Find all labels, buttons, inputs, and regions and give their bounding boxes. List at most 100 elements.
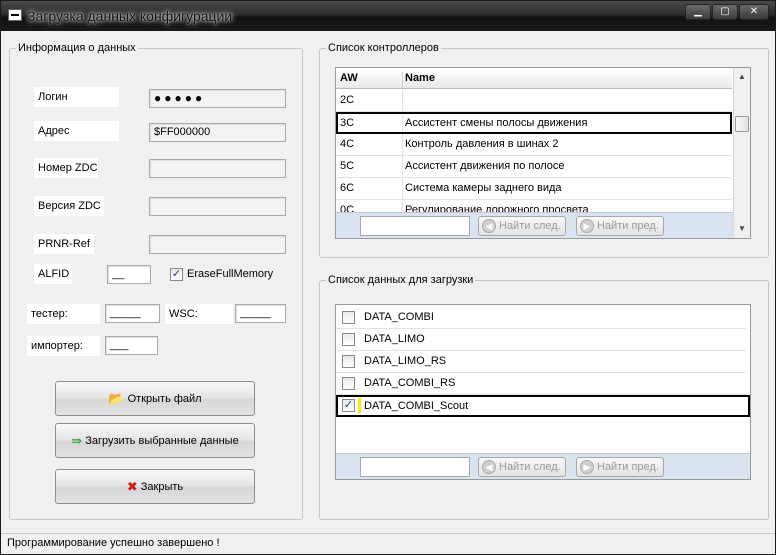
controller-name: Контроль давления в шинах 2 (402, 134, 558, 155)
find-prev-icon: ▶ (580, 219, 594, 233)
close-button-label: Закрыть (140, 480, 184, 493)
load-item-label: DATA_LIMO_RS (364, 355, 447, 367)
prnr-ref-field[interactable] (149, 235, 286, 254)
load-item-label: DATA_COMBI_RS (364, 377, 456, 389)
column-header-aw[interactable]: AW (340, 72, 358, 84)
minimize-button[interactable]: ▁ (685, 4, 711, 20)
controller-row[interactable]: 2C (336, 90, 732, 112)
controller-aw: 6C (340, 182, 355, 194)
scroll-down-icon[interactable]: ▼ (738, 224, 746, 233)
controllers-legend: Список контроллеров (328, 42, 439, 54)
wsc-label: WSC: (165, 304, 233, 324)
importer-field[interactable]: ___ (105, 336, 158, 355)
load-item-checkbox[interactable] (342, 355, 355, 368)
login-field[interactable]: ●●●●● (149, 89, 286, 108)
load-list-find-input[interactable] (360, 457, 470, 477)
wsc-field[interactable]: _____ (235, 304, 286, 323)
controller-aw: 0C (340, 204, 355, 212)
address-field[interactable]: $FF000000 (149, 123, 286, 142)
find-next-label: Найти след. (499, 461, 561, 473)
find-prev-label: Найти пред. (597, 461, 659, 473)
controller-name: Система камеры заднего вида (402, 178, 562, 199)
window-title: Загрузка данных конфигурации (27, 8, 233, 24)
maximize-icon: ▢ (720, 6, 730, 17)
find-prev-icon: ▶ (580, 460, 594, 474)
erase-full-memory-label: EraseFullMemory (187, 268, 274, 280)
alfid-field[interactable]: __ (107, 265, 151, 284)
controllers-grid-header: AW Name (336, 68, 732, 89)
load-list-find-bar: ◀ Найти след. ▶ Найти пред. (336, 453, 750, 479)
window-menu-icon[interactable] (8, 9, 22, 21)
controller-aw: 2C (340, 94, 355, 106)
find-next-icon: ◀ (482, 460, 496, 474)
importer-label: импортер: (27, 336, 100, 356)
close-window-button[interactable]: ✕ (739, 4, 769, 20)
controllers-find-prev-button[interactable]: ▶ Найти пред. (576, 216, 664, 236)
load-item-selected[interactable]: ✓ DATA_COMBI_Scout (336, 395, 750, 417)
login-label: Логин (34, 87, 119, 107)
controller-aw: 3C (340, 117, 355, 129)
load-item-checkbox[interactable] (342, 377, 355, 390)
find-prev-label: Найти пред. (597, 220, 659, 232)
load-item[interactable]: DATA_COMBI (336, 307, 746, 329)
controller-name: Регулирование дорожного просвета (402, 200, 589, 212)
maximize-button[interactable]: ▢ (712, 4, 738, 20)
prnr-ref-label: PRNR-Ref (34, 234, 94, 254)
alfid-label: ALFID (34, 264, 72, 284)
load-item[interactable]: DATA_LIMO_RS (336, 351, 746, 373)
controller-name: Ассистент смены полосы движения (402, 114, 587, 132)
scroll-up-icon[interactable]: ▲ (738, 72, 746, 81)
load-item-label: DATA_COMBI_Scout (364, 400, 469, 412)
load-item-checkbox[interactable]: ✓ (342, 399, 355, 412)
controller-row[interactable]: 0C Регулирование дорожного просвета (336, 200, 732, 212)
status-text: Программирование успешно завершено ! (7, 537, 220, 549)
load-item-checkbox[interactable] (342, 311, 355, 324)
title-bar[interactable]: Загрузка данных конфигурации ▁ ▢ ✕ (1, 1, 775, 31)
load-item[interactable]: DATA_COMBI_RS (336, 373, 746, 395)
zdc-version-label: Версия ZDC (34, 196, 104, 216)
controller-row-selected[interactable]: 3C Ассистент смены полосы движения (336, 112, 732, 134)
minimize-icon: ▁ (694, 6, 702, 17)
open-file-label: Открыть файл (127, 392, 202, 405)
controllers-find-bar: ◀ Найти след. ▶ Найти пред. (336, 212, 733, 238)
address-label: Адрес (34, 121, 119, 141)
load-selected-button[interactable]: ⇛ Загрузить выбранные данные (55, 423, 255, 458)
folder-icon: 📂 (108, 390, 125, 406)
selection-marker (358, 398, 361, 413)
zdc-number-label: Номер ZDC (34, 158, 98, 178)
controller-name (402, 90, 405, 111)
caption-buttons: ▁ ▢ ✕ (684, 4, 769, 20)
data-info-legend: Информация о данных (18, 42, 136, 54)
load-list: DATA_COMBI DATA_LIMO DATA_LIMO_RS DATA_C… (335, 304, 751, 480)
find-next-icon: ◀ (482, 219, 496, 233)
controllers-rows: 2C 3C Ассистент смены полосы движения 4C… (336, 90, 733, 212)
zdc-version-field[interactable] (149, 197, 286, 216)
controller-aw: 5C (340, 160, 355, 172)
find-next-label: Найти след. (499, 220, 561, 232)
load-arrow-icon: ⇛ (71, 432, 83, 448)
controllers-scrollbar[interactable]: ▲ ▼ (733, 68, 750, 238)
scroll-thumb[interactable] (735, 116, 749, 132)
controller-name: Ассистент движения по полосе (402, 156, 565, 177)
load-selected-label: Загрузить выбранные данные (85, 434, 239, 447)
close-button[interactable]: ✖ Закрыть (55, 469, 255, 504)
load-item-label: DATA_COMBI (364, 311, 434, 323)
controllers-find-next-button[interactable]: ◀ Найти след. (478, 216, 566, 236)
load-item-label: DATA_LIMO (364, 333, 425, 345)
controller-aw: 4C (340, 138, 355, 150)
tester-field[interactable]: _____ (105, 304, 160, 323)
open-file-button[interactable]: 📂 Открыть файл (55, 381, 255, 416)
controller-row[interactable]: 4C Контроль давления в шинах 2 (336, 134, 732, 156)
controller-row[interactable]: 6C Система камеры заднего вида (336, 178, 732, 200)
erase-full-memory-checkbox[interactable]: ✓ (170, 268, 183, 281)
column-header-name[interactable]: Name (402, 72, 435, 88)
load-item[interactable]: DATA_LIMO (336, 329, 746, 351)
status-bar: Программирование успешно завершено ! (1, 533, 775, 554)
zdc-number-field[interactable] (149, 159, 286, 178)
controllers-find-input[interactable] (360, 216, 470, 236)
load-list-find-prev-button[interactable]: ▶ Найти пред. (576, 457, 664, 477)
controller-row[interactable]: 5C Ассистент движения по полосе (336, 156, 732, 178)
load-item-checkbox[interactable] (342, 333, 355, 346)
load-list-find-next-button[interactable]: ◀ Найти след. (478, 457, 566, 477)
controllers-grid: AW Name 2C 3C Ассистент смены полосы дви… (335, 67, 751, 239)
